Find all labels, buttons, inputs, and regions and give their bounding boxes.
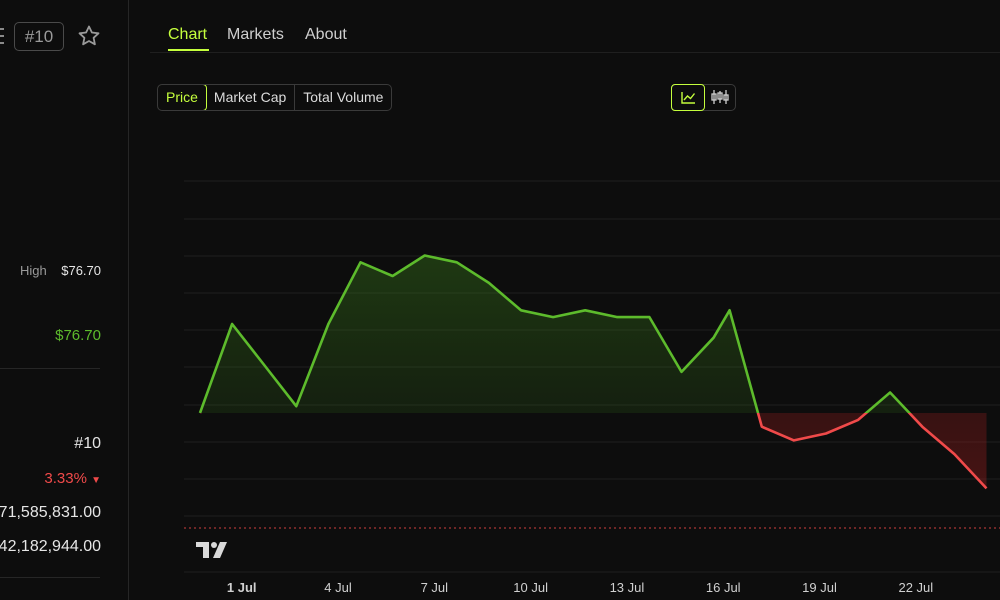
area-above-baseline xyxy=(200,255,987,413)
x-tick-label: 7 Jul xyxy=(421,580,449,595)
x-tick-label: 13 Jul xyxy=(610,580,645,595)
x-tick-label: 16 Jul xyxy=(706,580,741,595)
chart-areas xyxy=(200,255,987,489)
x-tick-label: 22 Jul xyxy=(898,580,933,595)
tradingview-logo-icon xyxy=(196,542,227,558)
price-chart[interactable]: 1 Jul 4 Jul 7 Jul 10 Jul 13 Jul 16 Jul 19 Jul 2… xyxy=(0,0,1000,600)
x-tick-label: 4 Jul xyxy=(324,580,352,595)
x-tick-label: 10 Jul xyxy=(513,580,548,595)
x-tick-label: 19 Jul xyxy=(802,580,837,595)
x-axis-ticks: 1 Jul 4 Jul 7 Jul 10 Jul 13 Jul 16 Jul 19 Jul 2… xyxy=(227,580,933,595)
x-tick-label: 1 Jul xyxy=(227,580,257,595)
